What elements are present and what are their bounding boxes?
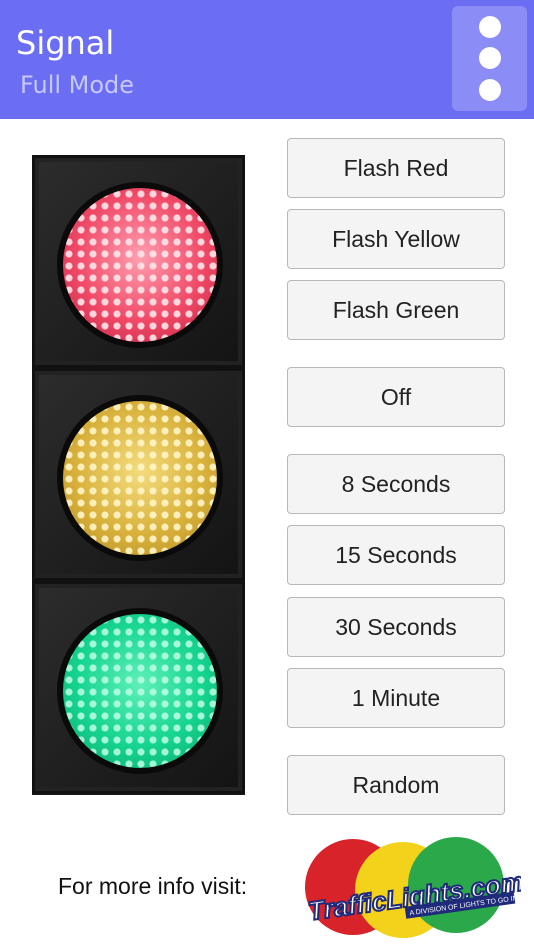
flash-yellow-button[interactable]: Flash Yellow	[287, 209, 505, 269]
signal-housing-yellow	[32, 368, 245, 581]
flash-red-button[interactable]: Flash Red	[287, 138, 505, 198]
15-seconds-button[interactable]: 15 Seconds	[287, 525, 505, 585]
overflow-menu-button[interactable]	[452, 6, 527, 111]
app-header: Signal Full Mode	[0, 0, 534, 119]
off-button[interactable]: Off	[287, 367, 505, 427]
menu-dot-icon	[479, 16, 501, 38]
info-text: For more info visit:	[58, 873, 248, 899]
signal-housing-red	[32, 155, 245, 368]
traffic-signal	[32, 155, 245, 795]
30-seconds-button[interactable]: 30 Seconds	[287, 597, 505, 657]
red-lamp[interactable]	[63, 188, 217, 342]
8-seconds-button[interactable]: 8 Seconds	[287, 454, 505, 514]
green-lamp[interactable]	[63, 614, 217, 768]
app-title: Signal	[16, 24, 115, 62]
signal-housing-green	[32, 581, 245, 794]
trafficlights-logo[interactable]: TrafficLights.com A DIVISION OF LIGHTS T…	[293, 835, 521, 945]
menu-dot-icon	[479, 47, 501, 69]
yellow-lamp[interactable]	[63, 401, 217, 555]
menu-dot-icon	[479, 79, 501, 101]
mode-subtitle: Full Mode	[20, 71, 135, 99]
random-button[interactable]: Random	[287, 755, 505, 815]
flash-green-button[interactable]: Flash Green	[287, 280, 505, 340]
1-minute-button[interactable]: 1 Minute	[287, 668, 505, 728]
